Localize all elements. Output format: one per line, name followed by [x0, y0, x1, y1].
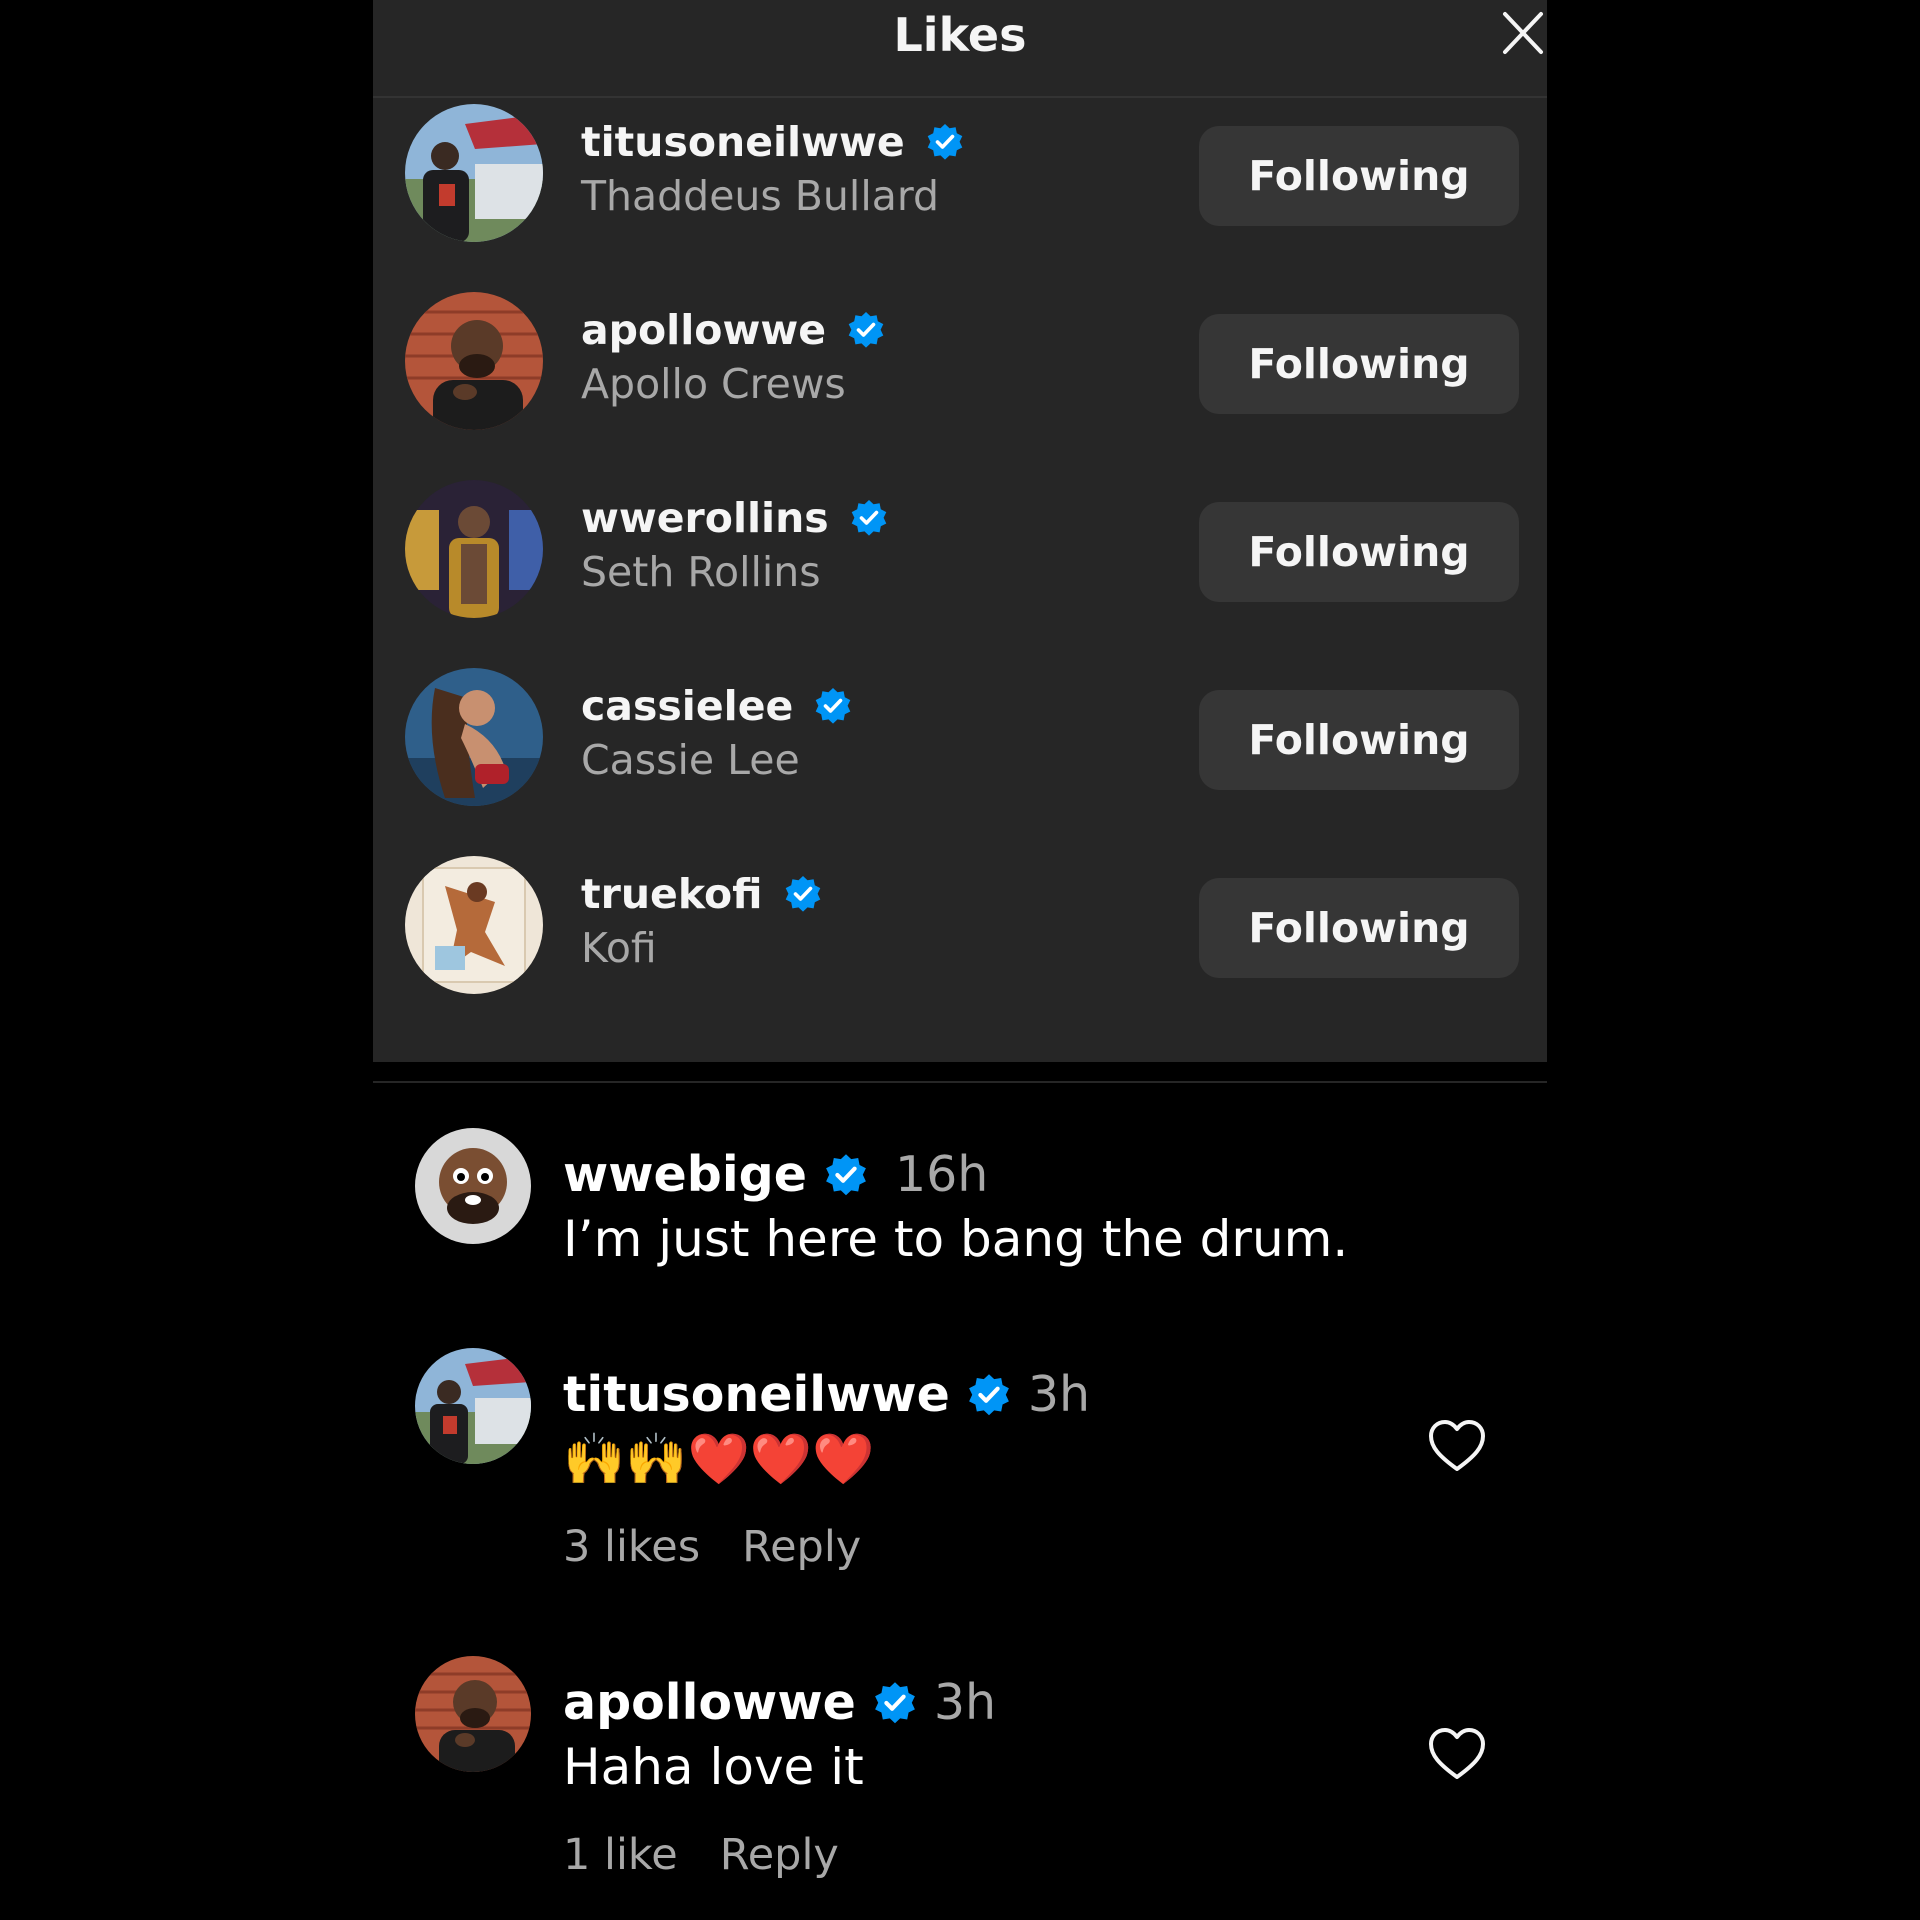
- avatar[interactable]: [415, 1656, 531, 1772]
- avatar[interactable]: [415, 1348, 531, 1464]
- like-row: wwerollins Seth Rollins Following: [373, 480, 1547, 668]
- close-icon[interactable]: [1497, 6, 1547, 60]
- username[interactable]: apollowwe: [581, 306, 826, 354]
- avatar[interactable]: [405, 104, 543, 242]
- comment-time: 3h: [933, 1674, 997, 1731]
- comment-username[interactable]: apollowwe: [563, 1674, 856, 1731]
- dialog-title: Likes: [893, 8, 1027, 62]
- following-button[interactable]: Following: [1199, 126, 1519, 226]
- comment-time: 16h: [894, 1146, 989, 1203]
- verified-badge-icon: [813, 686, 853, 726]
- avatar[interactable]: [405, 480, 543, 618]
- username[interactable]: cassielee: [581, 682, 793, 730]
- full-name: Thaddeus Bullard: [581, 172, 939, 220]
- verified-badge-icon: [783, 874, 823, 914]
- like-row: titusoneilwwe Thaddeus Bullard Following: [373, 104, 1547, 292]
- avatar[interactable]: [405, 292, 543, 430]
- comment-text: Haha love it: [563, 1738, 864, 1796]
- comment-username[interactable]: titusoneilwwe: [563, 1366, 950, 1423]
- verified-badge-icon: [846, 310, 886, 350]
- avatar[interactable]: [405, 668, 543, 806]
- like-row: cassielee Cassie Lee Following: [373, 668, 1547, 856]
- verified-badge-icon: [966, 1372, 1012, 1418]
- verified-badge-icon: [823, 1152, 869, 1198]
- full-name: Apollo Crews: [581, 360, 846, 408]
- comment: wwebige 16h I’m just here to bang the dr…: [415, 1128, 1545, 1268]
- like-row: truekofi Kofi Following: [373, 856, 1547, 1044]
- comment-likes-count[interactable]: 3 likes: [563, 1522, 700, 1572]
- verified-badge-icon: [925, 122, 965, 162]
- following-button[interactable]: Following: [1199, 502, 1519, 602]
- reply-button[interactable]: Reply: [742, 1522, 861, 1572]
- username[interactable]: truekofi: [581, 870, 763, 918]
- following-button[interactable]: Following: [1199, 314, 1519, 414]
- username[interactable]: wwerollins: [581, 494, 829, 542]
- username[interactable]: titusoneilwwe: [581, 118, 905, 166]
- verified-badge-icon: [872, 1680, 918, 1726]
- heart-icon[interactable]: [1427, 1726, 1487, 1782]
- comment-time: 3h: [1027, 1366, 1091, 1423]
- following-button[interactable]: Following: [1199, 878, 1519, 978]
- comment-likes-count[interactable]: 1 like: [563, 1830, 678, 1880]
- likes-dialog: Likes titusoneilwwe Thaddeus Bullard Fol…: [373, 0, 1547, 1062]
- divider: [373, 1081, 1547, 1083]
- comment-text: I’m just here to bang the drum.: [563, 1210, 1349, 1268]
- comment: apollowwe 3h Haha love it 1 like Reply: [415, 1656, 1545, 1896]
- comment-text: 🙌🙌❤️❤️❤️: [563, 1430, 875, 1488]
- full-name: Seth Rollins: [581, 548, 821, 596]
- comment: titusoneilwwe 3h 🙌🙌❤️❤️❤️ 3 likes Reply: [415, 1348, 1545, 1588]
- comment-username[interactable]: wwebige: [563, 1146, 807, 1203]
- heart-icon[interactable]: [1427, 1418, 1487, 1474]
- like-row: apollowwe Apollo Crews Following: [373, 292, 1547, 480]
- likes-dialog-header: Likes: [373, 0, 1547, 98]
- avatar[interactable]: [415, 1128, 531, 1244]
- verified-badge-icon: [849, 498, 889, 538]
- full-name: Kofi: [581, 924, 657, 972]
- full-name: Cassie Lee: [581, 736, 800, 784]
- following-button[interactable]: Following: [1199, 690, 1519, 790]
- reply-button[interactable]: Reply: [720, 1830, 839, 1880]
- avatar[interactable]: [405, 856, 543, 994]
